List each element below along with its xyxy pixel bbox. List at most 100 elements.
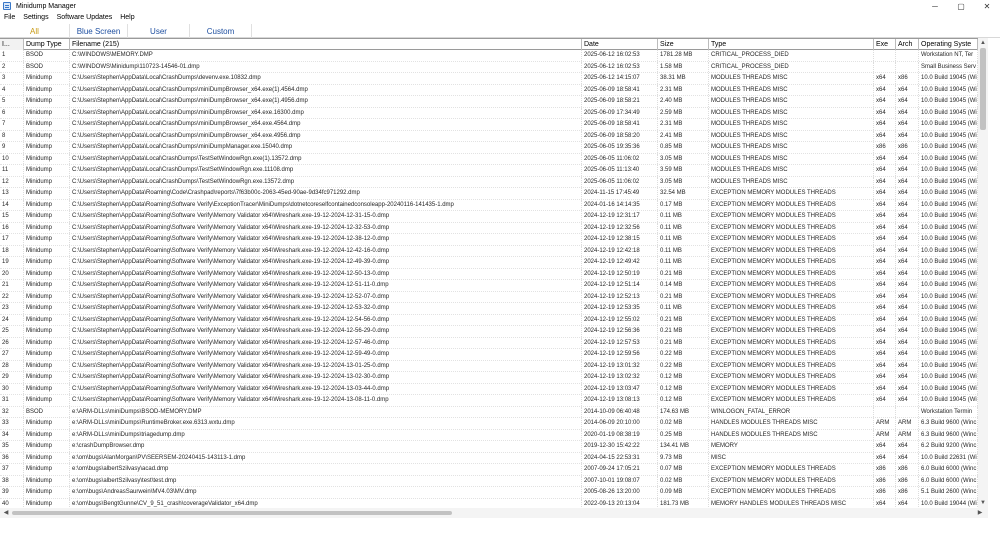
table-row[interactable]: 25 Minidump C:\Users\Stephen\AppData\Roami… bbox=[0, 326, 978, 338]
table-row[interactable]: 22 Minidump C:\Users\Stephen\AppData\Roami… bbox=[0, 291, 978, 303]
table-row[interactable]: 26 Minidump C:\Users\Stephen\AppData\Roami… bbox=[0, 337, 978, 349]
menu-help[interactable]: Help bbox=[116, 14, 138, 21]
cell-type: EXCEPTION MEMORY MODULES THREADS bbox=[709, 291, 874, 302]
dump-table: I... Dump Type Filename (215) Date Size … bbox=[0, 38, 978, 508]
scroll-right-icon[interactable]: ▶ bbox=[976, 509, 984, 517]
table-row[interactable]: 28 Minidump C:\Users\Stephen\AppData\Roami… bbox=[0, 360, 978, 372]
cell-type: MODULES THREADS MISC bbox=[709, 142, 874, 153]
cell-index: 5 bbox=[0, 96, 24, 107]
column-header-dump-type[interactable]: Dump Type bbox=[24, 39, 70, 50]
table-row[interactable]: 37 Minidump e:\om\bugs\albertSzilvasy\acad… bbox=[0, 464, 978, 476]
cell-index: 17 bbox=[0, 234, 24, 245]
column-header-size[interactable]: Size bbox=[658, 39, 709, 50]
table-row[interactable]: 19 Minidump C:\Users\Stephen\AppData\Roami… bbox=[0, 257, 978, 269]
tab-user[interactable]: User bbox=[128, 24, 190, 38]
table-row[interactable]: 16 Minidump C:\Users\Stephen\AppData\Roami… bbox=[0, 222, 978, 234]
table-row[interactable]: 17 Minidump C:\Users\Stephen\AppData\Roami… bbox=[0, 234, 978, 246]
table-row[interactable]: 34 Minidump e:\ARM-DLLs\miniDumps\triagedu… bbox=[0, 429, 978, 441]
table-row[interactable]: 40 Minidump e:\om\bugs\BengtGunne\CV_9_51_… bbox=[0, 498, 978, 508]
table-row[interactable]: 13 Minidump C:\Users\Stephen\AppData\Roami… bbox=[0, 188, 978, 200]
cell-index: 36 bbox=[0, 452, 24, 463]
scroll-down-icon[interactable]: ▼ bbox=[979, 499, 987, 507]
horizontal-scroll-thumb[interactable] bbox=[12, 511, 452, 515]
cell-dump-type: Minidump bbox=[24, 360, 70, 371]
scroll-left-icon[interactable]: ◀ bbox=[2, 509, 10, 517]
cell-size: 0.12 MB bbox=[658, 383, 709, 394]
cell-arch: x64 bbox=[896, 119, 919, 130]
table-row[interactable]: 5 Minidump C:\Users\Stephen\AppData\Local\… bbox=[0, 96, 978, 108]
cell-filename: C:\Users\Stephen\AppData\Roaming\Softwar… bbox=[70, 257, 582, 268]
minimize-button[interactable]: ─ bbox=[922, 0, 948, 12]
table-row[interactable]: 39 Minidump e:\om\bugs\AndreasSaurwein\MV4… bbox=[0, 487, 978, 499]
cell-date: 2024-12-19 12:57:53 bbox=[582, 337, 658, 348]
cell-arch: x64 bbox=[896, 314, 919, 325]
table-row[interactable]: 15 Minidump C:\Users\Stephen\AppData\Roami… bbox=[0, 211, 978, 223]
close-button[interactable]: ✕ bbox=[974, 0, 1000, 12]
cell-os: 6.3 Build 9600 (Winc bbox=[919, 429, 978, 440]
table-row[interactable]: 23 Minidump C:\Users\Stephen\AppData\Roami… bbox=[0, 303, 978, 315]
cell-filename: C:\Users\Stephen\AppData\Local\CrashDump… bbox=[70, 130, 582, 141]
scroll-up-icon[interactable]: ▲ bbox=[979, 39, 987, 47]
tab-blue-screen[interactable]: Blue Screen bbox=[70, 24, 128, 38]
table-row[interactable]: 10 Minidump C:\Users\Stephen\AppData\Local… bbox=[0, 153, 978, 165]
table-row[interactable]: 38 Minidump e:\om\bugs\albertSzilvasy\test… bbox=[0, 475, 978, 487]
table-row[interactable]: 1 BSOD C:\WINDOWS\MEMORY.DMP 2025-06-12 16:… bbox=[0, 50, 978, 62]
table-row[interactable]: 8 Minidump C:\Users\Stephen\AppData\Local\… bbox=[0, 130, 978, 142]
table-row[interactable]: 24 Minidump C:\Users\Stephen\AppData\Roami… bbox=[0, 314, 978, 326]
table-row[interactable]: 30 Minidump C:\Users\Stephen\AppData\Roami… bbox=[0, 383, 978, 395]
vertical-scrollbar[interactable]: ▲ ▼ bbox=[978, 38, 988, 508]
table-row[interactable]: 20 Minidump C:\Users\Stephen\AppData\Roami… bbox=[0, 268, 978, 280]
cell-date: 2024-11-15 17:45:49 bbox=[582, 188, 658, 199]
table-row[interactable]: 3 Minidump C:\Users\Stephen\AppData\Local\… bbox=[0, 73, 978, 85]
cell-exe: x64 bbox=[874, 326, 896, 337]
cell-index: 30 bbox=[0, 383, 24, 394]
table-row[interactable]: 11 Minidump C:\Users\Stephen\AppData\Local… bbox=[0, 165, 978, 177]
cell-index: 4 bbox=[0, 84, 24, 95]
cell-arch: x64 bbox=[896, 349, 919, 360]
table-row[interactable]: 21 Minidump C:\Users\Stephen\AppData\Roami… bbox=[0, 280, 978, 292]
menu-file[interactable]: File bbox=[0, 14, 19, 21]
menu-software-updates[interactable]: Software Updates bbox=[53, 14, 117, 21]
table-row[interactable]: 12 Minidump C:\Users\Stephen\AppData\Local… bbox=[0, 176, 978, 188]
table-row[interactable]: 2 BSOD C:\WINDOWS\Minidump\110723-14546-01… bbox=[0, 61, 978, 73]
cell-exe: x64 bbox=[874, 176, 896, 187]
cell-os: 10.0 Build 19045 (Wi bbox=[919, 84, 978, 95]
menu-settings[interactable]: Settings bbox=[19, 14, 52, 21]
cell-filename: C:\Users\Stephen\AppData\Roaming\Softwar… bbox=[70, 268, 582, 279]
cell-os: 10.0 Build 19045 (Wi bbox=[919, 165, 978, 176]
horizontal-scrollbar[interactable]: ◀ ▶ bbox=[0, 508, 988, 518]
tab-custom[interactable]: Custom bbox=[190, 24, 252, 38]
table-row[interactable]: 6 Minidump C:\Users\Stephen\AppData\Local\… bbox=[0, 107, 978, 119]
vertical-scroll-thumb[interactable] bbox=[980, 48, 986, 130]
tab-all[interactable]: All bbox=[0, 24, 70, 38]
table-row[interactable]: 33 Minidump e:\ARM-DLLs\miniDumps\RuntimeB… bbox=[0, 418, 978, 430]
table-row[interactable]: 27 Minidump C:\Users\Stephen\AppData\Roami… bbox=[0, 349, 978, 361]
maximize-button[interactable]: ▢ bbox=[948, 0, 974, 12]
cell-dump-type: Minidump bbox=[24, 383, 70, 394]
column-header-index[interactable]: I... bbox=[0, 39, 24, 50]
column-header-exe[interactable]: Exe bbox=[874, 39, 896, 50]
cell-date: 2025-06-09 18:58:41 bbox=[582, 119, 658, 130]
table-row[interactable]: 7 Minidump C:\Users\Stephen\AppData\Local\… bbox=[0, 119, 978, 131]
table-row[interactable]: 9 Minidump C:\Users\Stephen\AppData\Local\… bbox=[0, 142, 978, 154]
table-row[interactable]: 36 Minidump e:\om\bugs\AlanMorgan\PV\SEERS… bbox=[0, 452, 978, 464]
table-row[interactable]: 4 Minidump C:\Users\Stephen\AppData\Local\… bbox=[0, 84, 978, 96]
cell-date: 2025-06-12 16:02:53 bbox=[582, 61, 658, 72]
table-row[interactable]: 31 Minidump C:\Users\Stephen\AppData\Roami… bbox=[0, 395, 978, 407]
table-row[interactable]: 35 Minidump e:\crashDumpBrowser.dmp 2019-12… bbox=[0, 441, 978, 453]
table-row[interactable]: 29 Minidump C:\Users\Stephen\AppData\Roami… bbox=[0, 372, 978, 384]
column-header-date[interactable]: Date bbox=[582, 39, 658, 50]
table-row[interactable]: 32 BSOD e:\ARM-DLLs\miniDumps\BSOD-MEMORY.… bbox=[0, 406, 978, 418]
column-header-type[interactable]: Type bbox=[709, 39, 874, 50]
cell-size: 0.22 MB bbox=[658, 360, 709, 371]
column-header-os[interactable]: Operating Syste bbox=[919, 39, 978, 50]
table-row[interactable]: 14 Minidump C:\Users\Stephen\AppData\Roami… bbox=[0, 199, 978, 211]
cell-exe: x64 bbox=[874, 280, 896, 291]
cell-date: 2025-06-05 19:35:36 bbox=[582, 142, 658, 153]
column-header-arch[interactable]: Arch bbox=[896, 39, 919, 50]
cell-index: 29 bbox=[0, 372, 24, 383]
table-row[interactable]: 18 Minidump C:\Users\Stephen\AppData\Roami… bbox=[0, 245, 978, 257]
cell-os: 10.0 Build 19044 (Wi bbox=[919, 498, 978, 508]
column-header-filename[interactable]: Filename (215) bbox=[70, 39, 582, 50]
cell-arch: x64 bbox=[896, 360, 919, 371]
